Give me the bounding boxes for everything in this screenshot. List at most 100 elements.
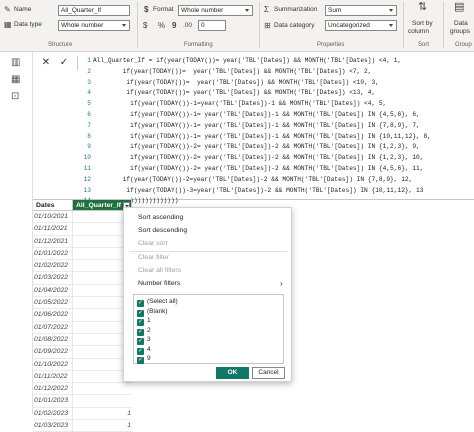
date-cell: 01/12/2022 bbox=[33, 383, 73, 396]
ribbon-divider bbox=[137, 2, 138, 48]
formula-line: if(year(TODAY())= year('TBL'[Dates]) && … bbox=[93, 78, 379, 86]
line-number: 11 bbox=[83, 164, 91, 172]
formula-divider bbox=[77, 56, 78, 70]
line-number: 4 bbox=[87, 89, 91, 97]
properties-group-label: Properties bbox=[317, 42, 345, 48]
sort-by-column-button-line2[interactable]: column bbox=[408, 28, 429, 35]
checkbox-checked-icon[interactable]: ✓ bbox=[137, 347, 144, 355]
date-cell: 01/03/2022 bbox=[33, 272, 73, 285]
comma-button[interactable]: 9 bbox=[172, 21, 176, 31]
data-groups-icon: ▤ bbox=[454, 1, 465, 13]
checkbox-checked-icon[interactable]: ✓ bbox=[137, 300, 144, 307]
filter-value-item[interactable]: ✓ 1 bbox=[137, 317, 151, 326]
formula-editor[interactable]: All_Quarter_If = if(year(TODAY())= year(… bbox=[93, 56, 473, 207]
data-category-icon: ⊞ bbox=[264, 21, 271, 30]
data-groups-button[interactable]: Data bbox=[454, 20, 468, 27]
formula-line: if(year(TODAY())-1= year('TBL'[Dates])-1… bbox=[93, 110, 420, 118]
formula-bar: ✕ ✓ 1234567891011121314 All_Quarter_If =… bbox=[33, 52, 474, 204]
formula-line: if(year(TODAY())-1= year('TBL'[Dates])-1… bbox=[93, 132, 431, 140]
structure-group-label: Structure bbox=[48, 42, 73, 48]
value-cell bbox=[73, 383, 132, 396]
decimals-button[interactable]: .00 bbox=[183, 21, 192, 31]
filter-value-label: 2 bbox=[147, 326, 151, 334]
decimals-stepper[interactable]: 0 bbox=[198, 20, 226, 31]
model-view-icon[interactable]: ⊡ bbox=[11, 92, 19, 102]
filter-value-item[interactable]: ✓ (Select all) bbox=[137, 298, 178, 307]
summarization-icon: Σ bbox=[264, 5, 269, 14]
filter-value-item[interactable]: ✓ 4 bbox=[137, 346, 151, 355]
sort-group-label: Sort bbox=[418, 42, 430, 48]
formula-line: if(year(TODAY())-2= year('TBL'[Dates])-2… bbox=[93, 143, 420, 151]
ok-button[interactable]: OK bbox=[216, 367, 249, 379]
formatting-group-label: Formatting bbox=[184, 42, 213, 48]
cancel-formula-icon[interactable]: ✕ bbox=[39, 56, 53, 70]
date-cell: 01/01/2022 bbox=[33, 247, 73, 261]
data-type-icon: ▦ bbox=[4, 20, 12, 29]
date-cell: 01/11/2022 bbox=[33, 370, 73, 384]
date-cell: 01/12/2021 bbox=[33, 235, 73, 248]
sort-by-column-button[interactable]: Sort by bbox=[412, 20, 433, 27]
filter-value-label: 9 bbox=[147, 355, 151, 362]
checkbox-checked-icon[interactable]: ✓ bbox=[137, 338, 144, 345]
line-number: 7 bbox=[87, 121, 91, 129]
dates-column-header[interactable]: Dates bbox=[33, 200, 73, 211]
data-groups-button-line2[interactable]: groups bbox=[450, 28, 470, 35]
data-type-select[interactable]: Whole number bbox=[58, 20, 130, 31]
filter-value-label: 1 bbox=[147, 317, 151, 324]
checkbox-checked-icon[interactable]: ✓ bbox=[137, 319, 144, 326]
clear-sort-item[interactable]: Clear sort bbox=[138, 240, 167, 247]
date-cell: 01/03/2023 bbox=[33, 420, 73, 432]
table-view-icon[interactable]: ▦ bbox=[11, 75, 20, 85]
filter-value-item[interactable]: ✓ 3 bbox=[137, 336, 151, 345]
sort-descending-item[interactable]: Sort descending bbox=[138, 227, 187, 234]
filter-value-item[interactable]: ✓ (Blank) bbox=[137, 308, 168, 317]
formula-line: if(year(TODAY())-1=year('TBL'[Dates])-1 … bbox=[93, 100, 387, 108]
formula-line: if(year(TODAY())-1= year('TBL'[Dates])-1… bbox=[93, 121, 420, 129]
date-cell: 01/10/2021 bbox=[33, 211, 73, 224]
clear-filter-item[interactable]: Clear filter bbox=[138, 254, 169, 261]
summarization-select[interactable]: Sum bbox=[325, 5, 397, 16]
date-cell: 01/10/2022 bbox=[33, 358, 73, 371]
filter-value-item[interactable]: ✓ 9 bbox=[137, 355, 151, 364]
format-label: Format bbox=[153, 6, 174, 13]
format-icon: $ bbox=[144, 5, 149, 14]
name-input[interactable]: All_Quarter_If bbox=[58, 5, 130, 16]
formula-line: if(year(TODAY())-2= year('TBL'[Dates])-2… bbox=[93, 164, 424, 172]
checkbox-checked-icon[interactable]: ✓ bbox=[137, 328, 144, 336]
checkbox-checked-icon[interactable]: ✓ bbox=[137, 357, 144, 364]
date-cell: 01/08/2022 bbox=[33, 333, 73, 347]
line-number: 10 bbox=[83, 154, 91, 162]
formula-line: if(year(TODAY())-3=year('TBL'[Dates])-2 … bbox=[93, 186, 424, 194]
measure-header-label: All_Quarter_If bbox=[76, 202, 121, 209]
format-select[interactable]: Whole number bbox=[178, 5, 253, 16]
date-cell: 01/04/2022 bbox=[33, 284, 73, 298]
commit-formula-icon[interactable]: ✓ bbox=[57, 56, 71, 70]
data-category-select[interactable]: Uncategorized bbox=[325, 20, 397, 31]
filter-value-item[interactable]: ✓ 2 bbox=[137, 327, 151, 336]
value-cell bbox=[73, 395, 132, 408]
name-label: Name bbox=[14, 6, 32, 13]
sort-ascending-item[interactable]: Sort ascending bbox=[138, 214, 183, 221]
date-cell: 01/01/2023 bbox=[33, 395, 73, 408]
filter-menu: Sort ascending Sort descending Clear sor… bbox=[123, 207, 292, 382]
clear-all-filters-item[interactable]: Clear all filters bbox=[138, 267, 181, 274]
summarization-label: Summarization bbox=[274, 6, 318, 13]
line-number: 1 bbox=[87, 57, 91, 64]
value-cell: 1 bbox=[73, 420, 132, 432]
date-cell: 01/02/2022 bbox=[33, 260, 73, 273]
number-filters-item[interactable]: Number filters bbox=[138, 280, 180, 287]
line-number: 6 bbox=[87, 110, 91, 118]
sort-by-column-icon: ⇅ bbox=[418, 1, 428, 13]
menu-divider bbox=[130, 251, 287, 252]
checkbox-checked-icon[interactable]: ✓ bbox=[137, 309, 144, 317]
date-cell: 01/11/2021 bbox=[33, 223, 73, 236]
filter-values-list: ✓ (Select all) ✓ (Blank) ✓ 1 ✓ 2 ✓ 3 ✓ 4 ✓ 9 bbox=[133, 294, 284, 364]
percent-button[interactable]: % bbox=[158, 21, 165, 31]
currency-button[interactable]: $ bbox=[143, 21, 147, 31]
filter-value-label: 4 bbox=[147, 345, 151, 353]
filter-value-label: 3 bbox=[147, 336, 151, 343]
cancel-button[interactable]: Cancel bbox=[252, 367, 285, 379]
ribbon: ✎ Name All_Quarter_If ▦ Data type Whole … bbox=[0, 0, 474, 52]
dates-header-label: Dates bbox=[36, 202, 55, 209]
report-view-icon[interactable]: ▥ bbox=[11, 58, 20, 68]
